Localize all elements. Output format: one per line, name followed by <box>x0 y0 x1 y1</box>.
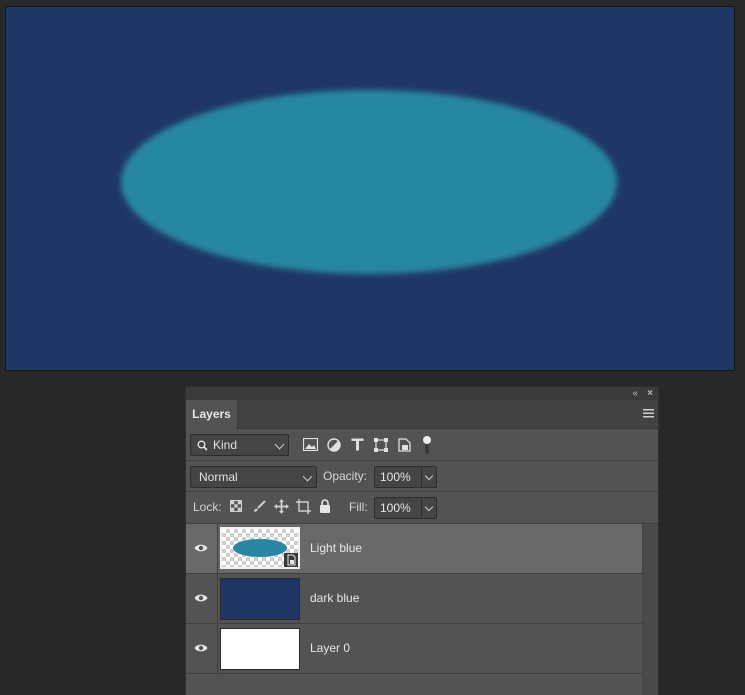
adjustment-filter-icon[interactable] <box>327 438 341 455</box>
blend-mode-value: Normal <box>199 470 238 484</box>
lock-all-icon[interactable] <box>319 499 331 516</box>
eye-icon <box>194 544 208 552</box>
pixel-filter-icon[interactable] <box>302 437 319 454</box>
layers-panel: « × Layers Kind Normal Opacity: 100% Loc… <box>185 386 659 695</box>
lock-position-icon[interactable] <box>274 499 289 517</box>
fill-label: Fill: <box>349 500 368 514</box>
layer-name: Light blue <box>310 541 363 555</box>
filter-row: Kind <box>186 429 658 461</box>
tab-layers[interactable]: Layers <box>186 400 238 429</box>
panel-tab-bar: Layers <box>186 400 658 429</box>
panel-title-bar[interactable]: « × <box>186 387 658 400</box>
blend-mode-dropdown[interactable]: Normal <box>190 466 317 488</box>
visibility-toggle[interactable] <box>186 524 218 573</box>
collapse-panel-button[interactable]: « <box>632 387 637 400</box>
layer-row-layer-0[interactable]: Layer 0 <box>186 624 644 674</box>
lock-row: Lock: Fill: 100% <box>186 492 658 524</box>
type-filter-icon[interactable] <box>351 438 364 454</box>
opacity-dropdown-button[interactable] <box>421 466 437 488</box>
opacity-label: Opacity: <box>323 469 368 483</box>
shape-filter-icon[interactable] <box>374 438 388 455</box>
chevron-down-icon <box>424 471 434 481</box>
lock-artboard-icon[interactable] <box>296 499 311 517</box>
visibility-toggle[interactable] <box>186 574 218 623</box>
fill-dropdown-button[interactable] <box>421 497 437 519</box>
layer-name: Layer 0 <box>310 641 351 655</box>
close-panel-button[interactable]: × <box>647 387 653 400</box>
layers-list: Light blue dark blue Layer 0 <box>186 524 644 674</box>
layer-thumbnail <box>220 628 300 670</box>
filter-toggle-icon[interactable] <box>422 435 432 458</box>
light-blue-ellipse <box>121 90 617 274</box>
panel-menu-icon[interactable] <box>643 409 654 418</box>
chevron-down-icon <box>424 502 434 512</box>
layer-row-dark-blue[interactable]: dark blue <box>186 574 644 624</box>
lock-transparent-icon[interactable] <box>230 500 242 515</box>
search-icon <box>197 440 208 451</box>
chevron-down-icon <box>302 471 313 482</box>
chevron-down-icon <box>274 439 285 450</box>
opacity-field[interactable]: 100% <box>374 466 422 488</box>
eye-icon <box>194 594 208 602</box>
eye-icon <box>194 644 208 652</box>
layers-scrollbar[interactable] <box>642 524 658 695</box>
lock-label: Lock: <box>193 500 222 514</box>
smart-object-badge-icon <box>284 553 298 567</box>
layer-name: dark blue <box>310 591 360 605</box>
smart-object-filter-icon[interactable] <box>398 438 411 455</box>
blend-row: Normal Opacity: 100% <box>186 461 658 492</box>
canvas-artwork <box>6 7 734 370</box>
layer-row-light-blue[interactable]: Light blue <box>186 524 644 574</box>
visibility-toggle[interactable] <box>186 624 218 673</box>
filter-kind-dropdown[interactable]: Kind <box>190 434 289 456</box>
document-canvas[interactable] <box>5 6 735 371</box>
layer-thumbnail <box>220 578 300 620</box>
fill-field[interactable]: 100% <box>374 497 422 519</box>
lock-image-icon[interactable] <box>253 500 266 516</box>
filter-kind-label: Kind <box>213 438 238 452</box>
layer-thumbnail <box>220 527 300 569</box>
